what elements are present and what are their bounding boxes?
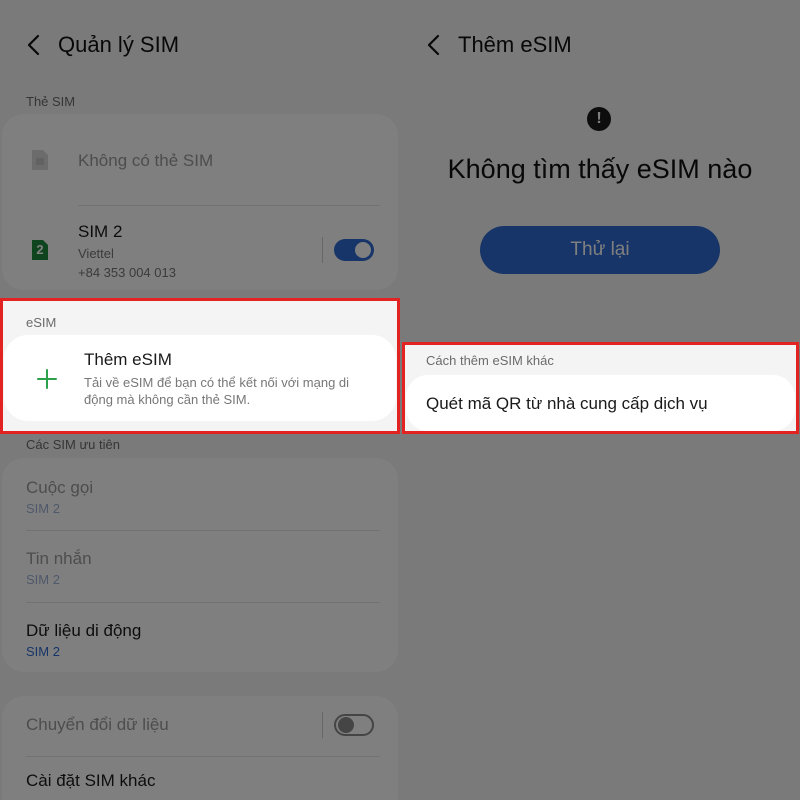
back-arrow-icon[interactable] (424, 33, 444, 57)
other-sim-settings-title: Cài đặt SIM khác (26, 771, 156, 790)
data-switch-toggle[interactable] (334, 714, 374, 736)
sim2-badge-icon: 2 (30, 238, 50, 262)
page-title: Quản lý SIM (58, 32, 180, 57)
sim2-name: SIM 2 (78, 222, 123, 241)
preferred-calls-row[interactable]: Cuộc gọi SIM 2 (2, 458, 398, 526)
messages-title: Tin nhắn (26, 549, 92, 568)
sim-cards-section-label: Thẻ SIM (26, 94, 76, 109)
sim2-toggle[interactable] (334, 239, 374, 261)
add-esim-header: Thêm eSIM (400, 24, 800, 68)
sim2-carrier: Viettel (78, 246, 114, 261)
scan-qr-row[interactable]: Quét mã QR từ nhà cung cấp dịch vụ (406, 375, 795, 431)
esim-section-label: eSIM (26, 315, 57, 330)
sim-manager-header: Quản lý SIM (0, 24, 400, 68)
add-esim-desc-line1: Tải về eSIM để bạn có thể kết nối với mạ… (84, 375, 350, 390)
add-esim-title: Thêm eSIM (84, 350, 172, 369)
preferred-messages-row[interactable]: Tin nhắn SIM 2 (2, 530, 398, 598)
alert-icon: ! (587, 107, 611, 131)
toggle-separator (322, 237, 323, 263)
mobile-data-value: SIM 2 (26, 644, 60, 659)
messages-value: SIM 2 (26, 572, 60, 587)
data-switch-row[interactable]: Chuyển đổi dữ liệu (2, 696, 398, 754)
add-esim-desc-line2: động mà không cần thẻ SIM. (84, 392, 251, 407)
add-esim-row[interactable]: Thêm eSIM Tải về eSIM để bạn có thể kết … (4, 335, 396, 421)
toggle-separator (322, 712, 323, 738)
plus-icon (36, 368, 58, 390)
other-ways-highlight-box: Cách thêm eSIM khác Quét mã QR từ nhà cu… (402, 342, 799, 434)
other-sim-settings-card: Chuyển đổi dữ liệu Cài đặt SIM khác (2, 696, 398, 800)
scan-qr-title: Quét mã QR từ nhà cung cấp dịch vụ (426, 394, 708, 413)
back-arrow-icon[interactable] (24, 33, 44, 57)
esim-highlight-box: eSIM Thêm eSIM Tải về eSIM để bạn có thể… (0, 298, 400, 434)
preferred-sims-section-label: Các SIM ưu tiên (26, 437, 120, 452)
other-sim-settings-row[interactable]: Cài đặt SIM khác (2, 756, 398, 800)
preferred-sims-card: Cuộc gọi SIM 2 Tin nhắn SIM 2 Dữ liệu di… (2, 458, 398, 672)
sim-card-empty-icon (30, 148, 50, 172)
mobile-data-title: Dữ liệu di động (26, 621, 142, 640)
page-title: Thêm eSIM (458, 32, 572, 57)
data-switch-title: Chuyển đổi dữ liệu (26, 715, 169, 734)
no-esim-found-message: Không tìm thấy eSIM nào (447, 154, 753, 184)
calls-value: SIM 2 (26, 501, 60, 516)
sim2-phone: +84 353 004 013 (78, 265, 176, 280)
calls-title: Cuộc gọi (26, 478, 94, 497)
other-ways-section-label: Cách thêm eSIM khác (426, 353, 554, 368)
no-sim-text: Không có thẻ SIM (78, 151, 214, 170)
sim-cards-card: Không có thẻ SIM 2 SIM 2 Viettel +84 353… (2, 114, 398, 290)
retry-button[interactable]: Thử lại (480, 226, 720, 274)
preferred-mobile-data-row[interactable]: Dữ liệu di động SIM 2 (2, 602, 398, 670)
sim2-row[interactable]: 2 SIM 2 Viettel +84 353 004 013 (2, 206, 398, 290)
